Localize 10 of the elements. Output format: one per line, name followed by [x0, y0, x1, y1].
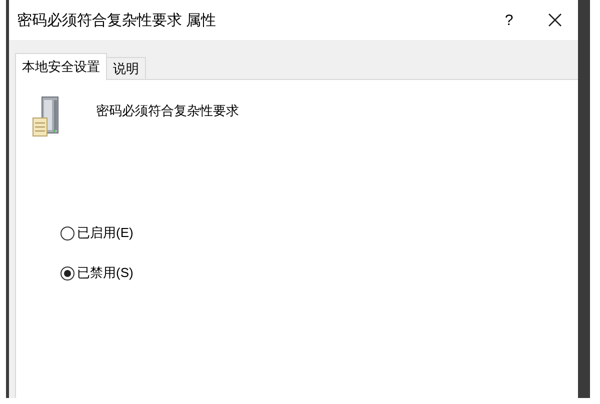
radio-label[interactable]: 已启用(E): [77, 224, 134, 242]
tab[interactable]: 说明: [106, 57, 146, 79]
radio-label[interactable]: 已禁用(S): [77, 264, 134, 282]
help-button[interactable]: ?: [486, 0, 532, 40]
tab[interactable]: 本地安全设置: [15, 53, 107, 80]
window-title: 密码必须符合复杂性要求 属性: [17, 10, 218, 30]
radio-button[interactable]: [60, 266, 75, 280]
policy-name: 密码必须符合复杂性要求: [96, 102, 239, 120]
close-icon: [548, 13, 562, 27]
radio-button[interactable]: [60, 226, 75, 240]
